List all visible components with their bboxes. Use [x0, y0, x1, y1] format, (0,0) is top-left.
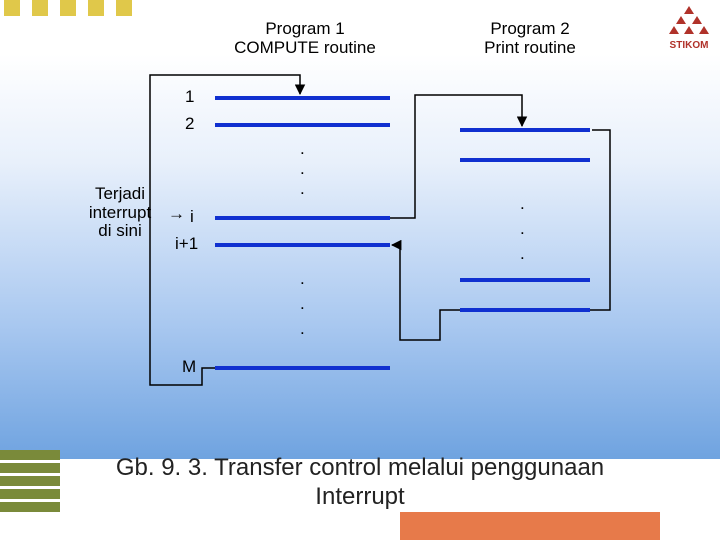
interrupt-diagram: Program 1 COMPUTE routine Program 2 Prin… — [90, 20, 650, 440]
slide: STIKOM Program 1 COMPUTE routine Program… — [0, 0, 720, 540]
decor-top-squares — [4, 0, 132, 16]
figure-caption: Gb. 9. 3. Transfer control melalui pengg… — [0, 454, 720, 512]
decor-bottom-bar — [400, 512, 660, 540]
diagram-lines — [90, 20, 650, 440]
logo-stikom: STIKOM — [666, 4, 712, 51]
logo-text: STIKOM — [666, 40, 712, 51]
